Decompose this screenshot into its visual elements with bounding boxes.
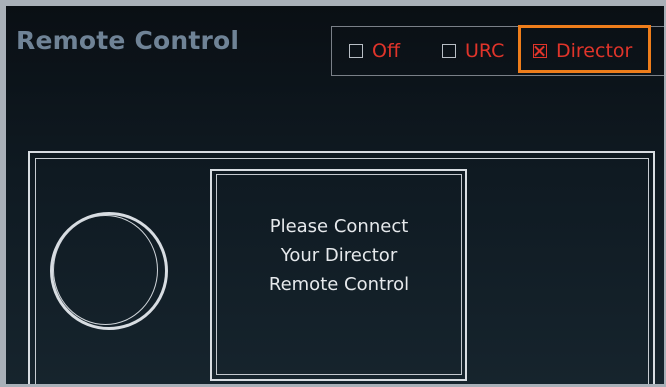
page-title: Remote Control: [16, 26, 240, 55]
connect-message-line-2: Your Director: [280, 245, 398, 266]
urc-checkbox[interactable]: [442, 44, 456, 58]
off-label: Off: [372, 40, 401, 62]
mode-option-urc[interactable]: URC: [442, 39, 504, 63]
remote-control-panel: Remote Control Off URC Director Please C…: [6, 6, 664, 384]
mode-option-off[interactable]: Off: [349, 39, 400, 63]
connect-message-line-1: Please Connect: [269, 216, 409, 237]
director-checkbox-checked-icon[interactable]: [533, 44, 547, 58]
connect-message: Please Connect Your Director Remote Cont…: [216, 212, 462, 299]
connect-message-line-3: Remote Control: [268, 274, 410, 295]
director-label: Director: [556, 40, 633, 62]
off-checkbox[interactable]: [349, 44, 363, 58]
knob-inner-ring: [53, 215, 158, 325]
urc-label: URC: [465, 40, 505, 62]
mode-option-director[interactable]: Director: [533, 39, 632, 63]
